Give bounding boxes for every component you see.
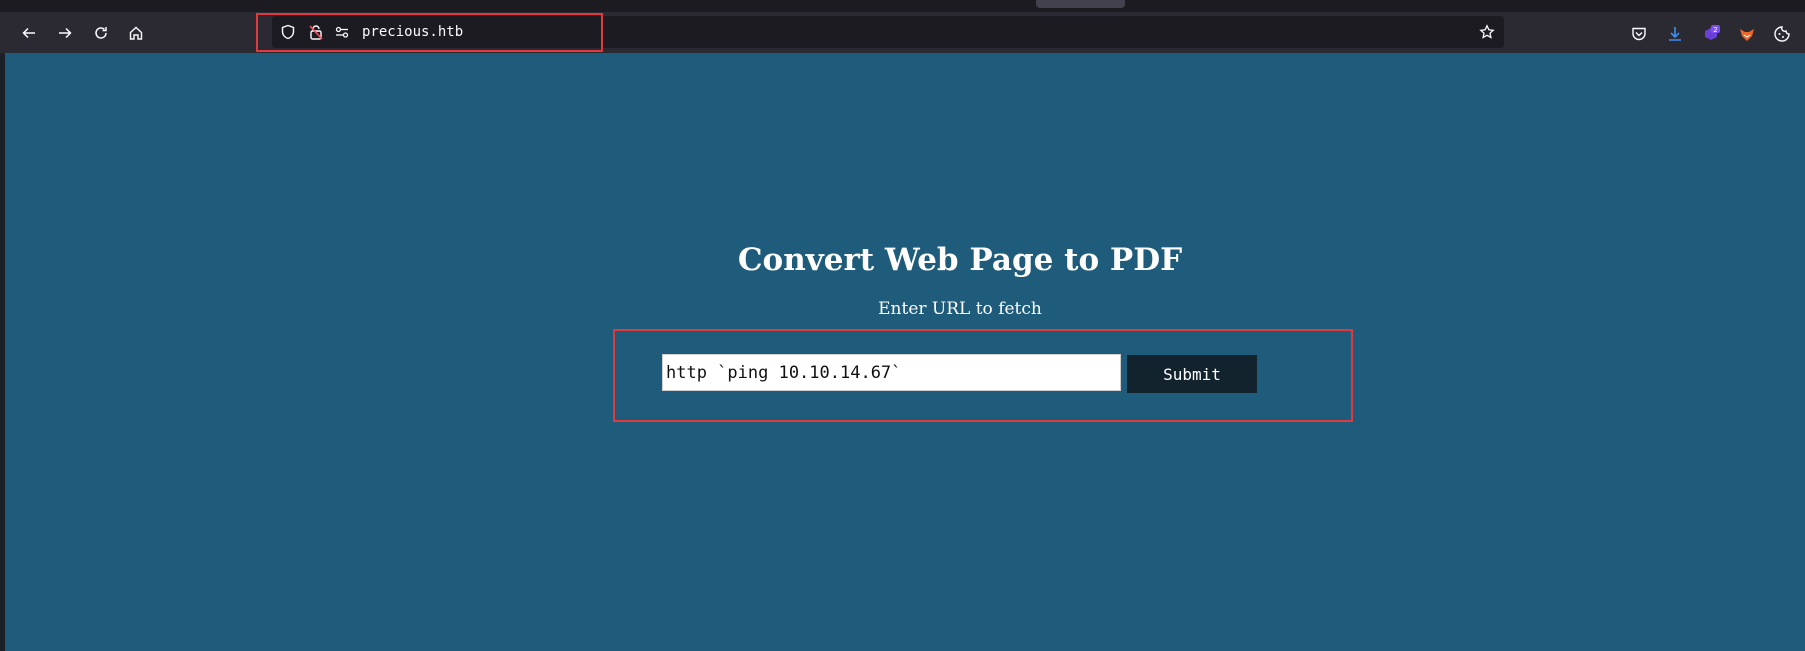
pocket-icon[interactable] [1630, 25, 1648, 43]
arrow-right-icon [59, 27, 72, 39]
url-input[interactable] [662, 354, 1121, 391]
url-highlight-box [256, 13, 603, 52]
fox-icon[interactable] [1738, 25, 1756, 43]
browser-toolbar: precious.htb 2 [0, 12, 1805, 53]
page-subtitle: Enter URL to fetch [878, 299, 1042, 319]
reload-icon [95, 27, 107, 39]
window-edge [0, 53, 5, 651]
reload-button[interactable] [87, 19, 115, 47]
badge-count: 2 [1713, 26, 1717, 34]
home-button[interactable] [122, 19, 150, 47]
back-button[interactable] [15, 19, 43, 47]
extension-badge-icon[interactable]: 2 [1702, 25, 1720, 43]
download-icon[interactable] [1666, 25, 1684, 43]
tab-strip [0, 0, 1805, 12]
forward-button[interactable] [51, 19, 79, 47]
cookie-icon[interactable] [1773, 25, 1791, 43]
star-icon[interactable] [1479, 24, 1495, 40]
home-icon [129, 26, 143, 40]
tab[interactable] [1036, 0, 1125, 8]
arrow-left-icon [22, 27, 35, 39]
submit-button[interactable]: Submit [1127, 355, 1257, 393]
page-title: Convert Web Page to PDF [737, 242, 1183, 278]
